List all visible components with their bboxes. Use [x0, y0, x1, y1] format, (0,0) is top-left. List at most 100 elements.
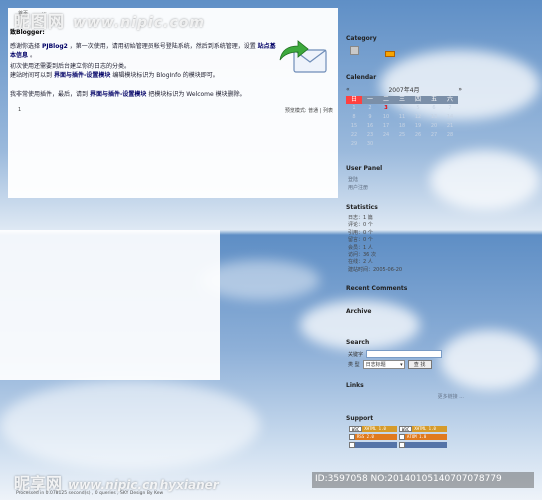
statistics-title: Statistics	[346, 204, 378, 211]
category-title: Category	[346, 35, 377, 42]
badge-right-text	[405, 442, 447, 448]
entry-list-row: 1 预览模式: 普通 | 列表	[18, 107, 333, 114]
para3-text-a: 我非常使用插件，最后，请到	[10, 91, 89, 98]
calendar-day[interactable]: 24	[378, 131, 394, 140]
badge-right-text: RSS 2.0	[355, 434, 397, 440]
calendar-day[interactable]: 18	[394, 122, 410, 131]
para1-text-a: 感谢你选择	[10, 43, 41, 50]
calendar-day[interactable]: 30	[362, 140, 378, 149]
calendar-day[interactable]: 15	[346, 122, 362, 131]
watermark-bottom: 昵享网 www.nipic.cn hyxianer	[14, 470, 219, 494]
calendar-weekday: 二	[378, 96, 394, 104]
calendar-day[interactable]: 2	[362, 104, 378, 113]
support-badge[interactable]: W3C XHTML 1.0	[399, 426, 447, 432]
support-section: Support W3C XHTML 1.0 W3C XHTML 1.0 RSS 2.0 A…	[346, 415, 447, 448]
module-settings-link[interactable]: 界面与插件-设置模块	[54, 72, 111, 79]
support-badge[interactable]: RSS 2.0	[349, 434, 397, 440]
search-section: Search 关键字 类 型 日志标题 ▾ 查 找	[346, 339, 443, 369]
calendar-day[interactable]: 19	[410, 122, 426, 131]
search-type-select[interactable]: 日志标题 ▾	[362, 360, 405, 369]
support-badge[interactable]: W3C XHTML 1.0	[349, 426, 397, 432]
calendar-title: Calendar	[346, 74, 377, 81]
lower-content-area	[0, 230, 220, 380]
calendar-day[interactable]: 16	[362, 122, 378, 131]
calendar-day[interactable]: 21	[442, 122, 458, 131]
calendar-day[interactable]: 17	[378, 122, 394, 131]
watermark-author: hyxianer	[159, 478, 219, 492]
calendar-day[interactable]: 4	[394, 104, 410, 113]
main-content-panel	[8, 8, 338, 198]
calendar-day[interactable]: 8	[346, 113, 362, 122]
badge-right-text: XHTML 1.0	[362, 426, 397, 432]
support-badge[interactable]	[349, 442, 397, 448]
support-badge[interactable]: ATOM 1.0	[399, 434, 447, 440]
recent-comments-section: Recent Comments	[346, 285, 407, 296]
support-title: Support	[346, 415, 374, 422]
calendar-day[interactable]: 5	[410, 104, 426, 113]
calendar-month-label: 2007年4月	[388, 87, 420, 94]
calendar-grid: 日一二三四五六 1 2 3 4 5 6 7 8 9 10 11 12 13 14 15 16 17 18 19 20 21…	[346, 96, 462, 149]
support-badge[interactable]	[399, 442, 447, 448]
user-panel-section: User Panel 登陆 用户注册	[346, 165, 382, 192]
welcome-paragraph-2: 初次使用还需要到后台建立你的日志的分类。 建站时间可以到 界面与插件-设置模块 …	[10, 62, 280, 80]
calendar-next-button[interactable]: »	[458, 86, 462, 93]
mail-envelope-icon	[279, 40, 327, 73]
statistics-section: Statistics 日志：1 篇 评论：0 个 引用：0 个 留言：0 个 会…	[346, 204, 402, 274]
calendar-section: Calendar « 2007年4月 » 日一二三四五六 1 2 3 4 5 6 7 8 9 10 1…	[346, 74, 462, 149]
search-button[interactable]: 查 找	[407, 360, 432, 369]
calendar-day[interactable]: 25	[394, 131, 410, 140]
calendar-day[interactable]: 6	[426, 104, 442, 113]
product-name: PJBlog2	[41, 43, 68, 50]
badge-right-text	[355, 442, 397, 448]
stat-members: 会员：1 人	[348, 244, 373, 251]
calendar-day[interactable]: 9	[362, 113, 378, 122]
badge-left-text: W3C	[349, 426, 363, 432]
calendar-header: « 2007年4月 »	[346, 85, 462, 94]
calendar-day[interactable]: 12	[410, 113, 426, 122]
view-mode-switch[interactable]: 预览模式: 普通 | 列表	[285, 107, 333, 114]
calendar-day	[410, 140, 426, 149]
chevron-down-icon: ▾	[400, 361, 403, 368]
more-links-link[interactable]: 更多链接 ...	[346, 393, 464, 400]
calendar-day[interactable]: 14	[442, 113, 458, 122]
watermark-bottom-site-name: 昵享网	[14, 474, 63, 493]
calendar-weekday: 四	[410, 96, 426, 104]
calendar-day[interactable]: 26	[410, 131, 426, 140]
rss-category-icon[interactable]	[385, 51, 395, 57]
calendar-day[interactable]: 22	[346, 131, 362, 140]
home-category-icon[interactable]	[350, 46, 359, 55]
badge-right-text: ATOM 1.0	[405, 434, 447, 440]
calendar-weekday: 五	[426, 96, 442, 104]
calendar-day[interactable]: 3	[378, 104, 394, 113]
search-keyword-label: 关键字	[348, 351, 364, 358]
archive-title: Archive	[346, 308, 372, 315]
stat-guestbook: 留言：0 个	[348, 237, 373, 244]
welcome-paragraph-3: 我非常使用插件，最后，请到 界面与插件-设置模块 把模块标识为 Welcome …	[10, 90, 280, 99]
module-settings-link-2[interactable]: 界面与插件-设置模块	[90, 91, 147, 98]
search-input[interactable]	[366, 350, 443, 358]
calendar-day[interactable]: 27	[426, 131, 442, 140]
calendar-day[interactable]: 10	[378, 113, 394, 122]
login-link[interactable]: 登陆	[348, 176, 382, 184]
register-link[interactable]: 用户注册	[348, 184, 382, 192]
calendar-weekday: 三	[394, 96, 410, 104]
recent-comments-title: Recent Comments	[346, 285, 408, 292]
calendar-day[interactable]: 29	[346, 140, 362, 149]
stat-since: 建站时间：2005-06-20	[348, 266, 403, 273]
calendar-day[interactable]: 28	[442, 131, 458, 140]
search-title: Search	[346, 339, 370, 346]
watermark-site-name: 昵图网	[14, 12, 66, 31]
search-type-value: 日志标题	[365, 362, 386, 368]
para1-text-b: ，第一次使用，请用初始管理员帐号登陆系统，然后到系统管理，设置	[69, 43, 256, 50]
calendar-day[interactable]: 1	[346, 104, 362, 113]
links-section: Links 更多链接 ...	[346, 382, 464, 400]
para2-text-c: 编辑模块标识为 BlogInfo 的模块即可。	[112, 72, 219, 79]
calendar-day[interactable]: 20	[426, 122, 442, 131]
entry-number: 1	[18, 107, 22, 113]
watermark-bottom-url: www.nipic.cn	[68, 478, 158, 492]
stat-online: 在线：2 人	[348, 259, 373, 266]
calendar-day[interactable]: 13	[426, 113, 442, 122]
calendar-day[interactable]: 23	[362, 131, 378, 140]
calendar-day[interactable]: 11	[394, 113, 410, 122]
calendar-day[interactable]: 7	[442, 104, 458, 113]
